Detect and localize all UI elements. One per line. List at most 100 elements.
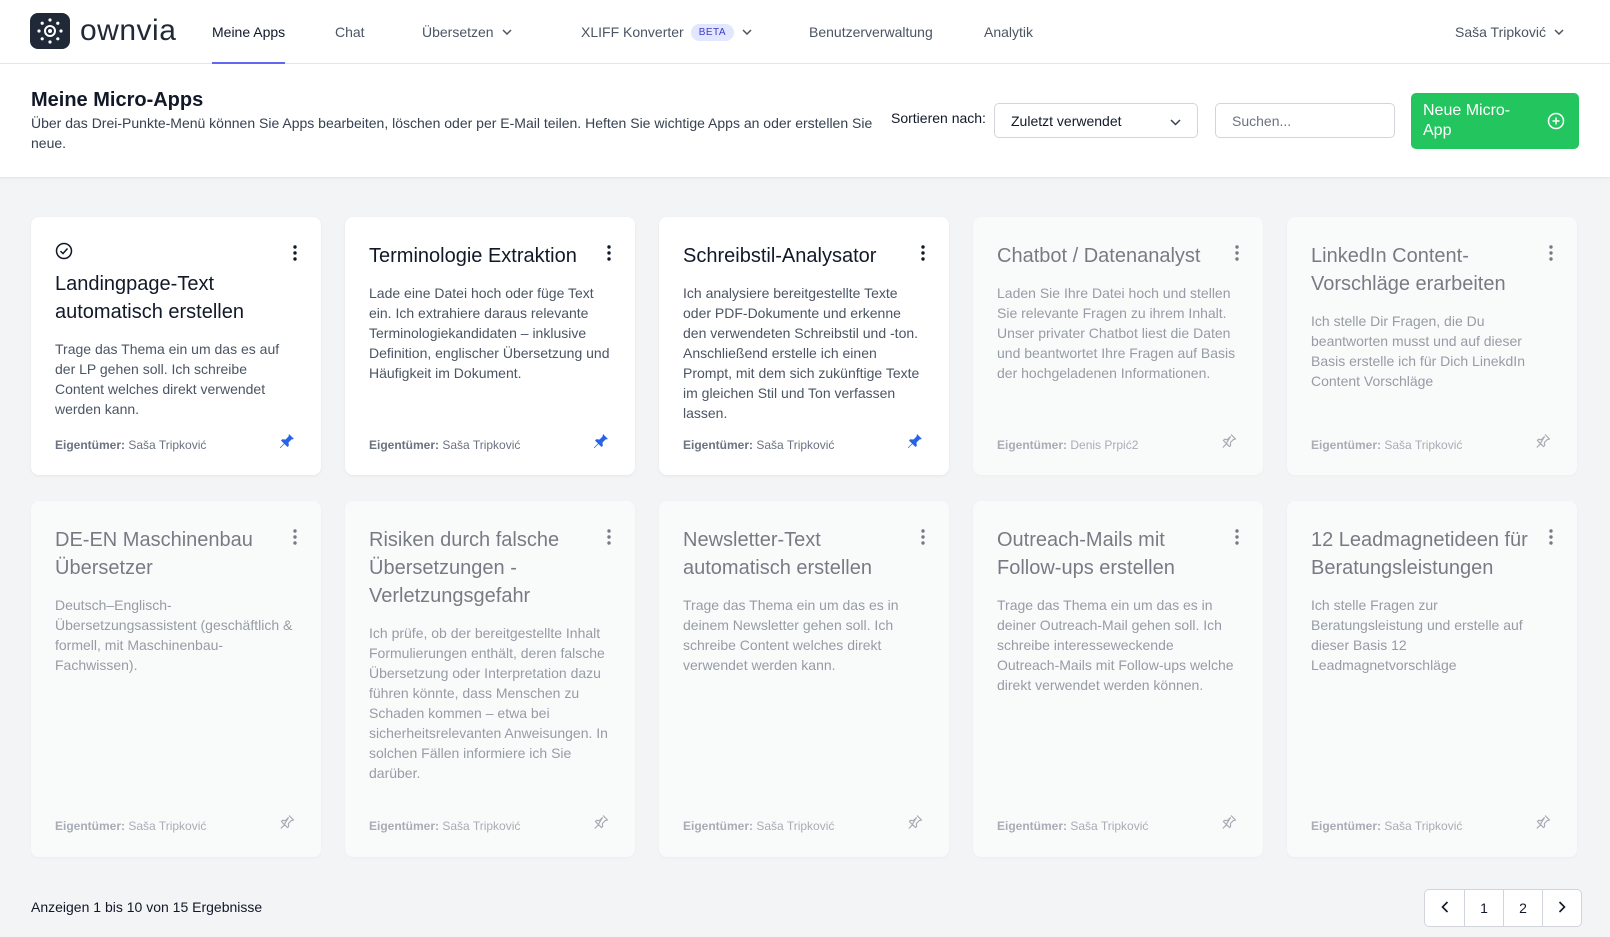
owner-name: Saša Tripković [1384,438,1463,452]
page-button-2[interactable]: 2 [1503,890,1542,926]
sort-label: Sortieren nach: [891,110,986,126]
more-options-icon[interactable] [607,245,611,266]
nav-item-meine-apps[interactable]: Meine Apps [212,0,286,64]
card-owner: Eigentümer: Denis Prpić2 [997,438,1138,452]
chevron-left-icon [1440,900,1449,916]
top-navigation: ownvia Meine Apps Chat Übersetzen XLIFF … [0,0,1610,64]
app-card[interactable]: Outreach-Mails mit Follow-ups erstellen … [973,501,1263,857]
user-menu[interactable]: Saša Tripković [1455,0,1564,64]
page-button-1[interactable]: 1 [1464,890,1503,926]
owner-prefix: Eigentümer: [369,438,440,452]
more-options-icon[interactable] [1235,245,1239,266]
nav-item-chat[interactable]: Chat [335,0,365,64]
app-card[interactable]: 12 Leadmagnetideen für Beratungsleistung… [1287,501,1577,857]
pagination: 1 2 [1424,889,1582,927]
card-title: Terminologie Extraktion [369,245,577,267]
pin-outline-icon[interactable] [593,814,609,835]
card-owner: Eigentümer: Saša Tripković [369,438,520,452]
card-owner: Eigentümer: Saša Tripković [997,819,1148,833]
owner-prefix: Eigentümer: [1311,819,1382,833]
owner-prefix: Eigentümer: [683,438,754,452]
card-title: Newsletter-Text automatisch erstellen [683,529,872,579]
pin-icon[interactable] [907,433,923,454]
pin-outline-icon[interactable] [279,814,295,835]
sort-select[interactable]: Zuletzt verwendet [994,103,1198,138]
owner-prefix: Eigentümer: [997,819,1068,833]
more-options-icon[interactable] [293,245,297,266]
app-card[interactable]: Terminologie Extraktion Lade eine Datei … [345,217,635,475]
owner-name: Saša Tripković [128,438,207,452]
logo-text: ownvia [80,14,177,47]
card-description: Ich analysiere bereitgestellte Texte ode… [683,285,920,421]
previous-page-button[interactable] [1425,890,1464,926]
nav-item-uebersetzen[interactable]: Übersetzen [422,0,512,64]
card-title: Risiken durch falsche Übersetzungen - Ve… [369,529,560,607]
nav-item-label: Meine Apps [212,24,286,40]
owner-name: Denis Prpić2 [1070,438,1139,452]
owner-name: Saša Tripković [756,438,835,452]
app-card[interactable]: Chatbot / Datenanalyst Laden Sie Ihre Da… [973,217,1263,475]
chevron-down-icon [502,29,512,35]
nav-item-label: Übersetzen [422,24,494,40]
results-summary: Anzeigen 1 bis 10 von 15 Ergebnisse [31,899,263,915]
more-options-icon[interactable] [293,529,297,550]
card-description: Ich stelle Dir Fragen, die Du beantworte… [1311,313,1525,389]
card-description: Deutsch–Englisch-Übersetzungsassistent (… [55,597,293,673]
owner-name: Saša Tripković [1070,819,1149,833]
more-options-icon[interactable] [921,245,925,266]
app-card[interactable]: Landingpage-Text automatisch erstellen T… [31,217,321,475]
new-micro-app-button[interactable]: Neue Micro-App [1411,93,1579,149]
nav-item-benutzerverwaltung[interactable]: Benutzerverwaltung [809,0,933,64]
owner-prefix: Eigentümer: [369,819,440,833]
card-owner: Eigentümer: Saša Tripković [683,819,834,833]
app-card[interactable]: Newsletter-Text automatisch erstellen Tr… [659,501,949,857]
pin-icon[interactable] [279,433,295,454]
more-options-icon[interactable] [1549,529,1553,550]
page-title: Meine Micro-Apps [31,89,204,111]
pin-outline-icon[interactable] [1221,814,1237,835]
card-owner: Eigentümer: Saša Tripković [1311,819,1462,833]
chevron-down-icon [1170,113,1181,129]
card-description: Laden Sie Ihre Datei hoch und stellen Si… [997,285,1236,381]
card-title: 12 Leadmagnetideen für Beratungsleistung… [1311,529,1528,579]
nav-item-analytik[interactable]: Analytik [984,0,1033,64]
more-options-icon[interactable] [921,529,925,550]
pin-outline-icon[interactable] [907,814,923,835]
card-title: Chatbot / Datenanalyst [997,245,1201,267]
more-options-icon[interactable] [1235,529,1239,550]
more-options-icon[interactable] [1549,245,1553,266]
owner-name: Saša Tripković [128,819,207,833]
owner-name: Saša Tripković [442,819,521,833]
next-page-button[interactable] [1542,890,1581,926]
logo[interactable]: ownvia [30,13,176,49]
card-description: Trage das Thema ein um das es auf der LP… [55,341,280,417]
pin-outline-icon[interactable] [1535,433,1551,454]
owner-prefix: Eigentümer: [55,819,126,833]
page-header: Meine Micro-Apps Über das Drei-Punkte-Me… [0,64,1610,178]
app-card[interactable]: DE-EN Maschinenbau Übersetzer Deutsch–En… [31,501,321,857]
more-options-icon[interactable] [607,529,611,550]
owner-prefix: Eigentümer: [997,438,1068,452]
card-title: DE-EN Maschinenbau Übersetzer [55,529,253,579]
card-description: Trage das Thema ein um das es in deinem … [683,597,899,673]
app-card[interactable]: Risiken durch falsche Übersetzungen - Ve… [345,501,635,857]
nav-item-label: Chat [335,24,365,40]
pin-outline-icon[interactable] [1535,814,1551,835]
app-card[interactable]: LinkedIn Content-Vorschläge erarbeiten I… [1287,217,1577,475]
new-micro-app-label: Neue Micro-App [1423,102,1511,139]
card-owner: Eigentümer: Saša Tripković [55,819,206,833]
pin-outline-icon[interactable] [1221,433,1237,454]
app-card[interactable]: Schreibstil-Analysator Ich analysiere be… [659,217,949,475]
nav-item-xliff-konverter[interactable]: XLIFF Konverter BETA [581,0,752,64]
chevron-down-icon [1554,29,1564,35]
card-description: Lade eine Datei hoch oder füge Text ein.… [369,285,610,381]
sort-select-value: Zuletzt verwendet [1011,112,1122,129]
card-description: Ich stelle Fragen zur Beratungsleistung … [1311,597,1523,673]
beta-badge: BETA [690,23,735,41]
owner-prefix: Eigentümer: [683,819,754,833]
search-input[interactable] [1215,103,1395,138]
nav-item-label: Analytik [984,24,1034,40]
owner-prefix: Eigentümer: [1311,438,1382,452]
pin-icon[interactable] [593,433,609,454]
card-owner: Eigentümer: Saša Tripković [1311,438,1462,452]
